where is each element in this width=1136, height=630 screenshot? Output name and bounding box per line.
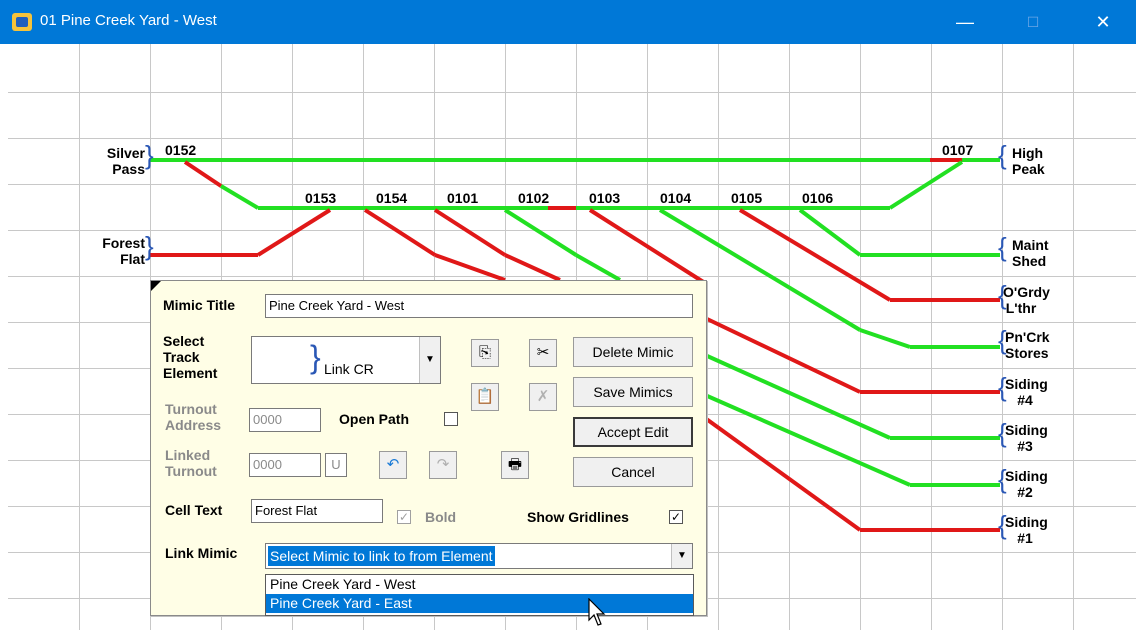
show-gridlines-checkbox[interactable]: ✓	[669, 510, 683, 524]
turnout-0154[interactable]: 0154	[376, 190, 407, 206]
track-0152-green	[219, 184, 260, 210]
label-maint-shed: Maint Shed	[1012, 237, 1049, 269]
turnout-0103[interactable]: 0103	[589, 190, 620, 206]
track-s1-diag	[703, 416, 862, 532]
cancel-button[interactable]: Cancel	[573, 457, 693, 487]
close-button[interactable]: ✕	[1080, 0, 1126, 44]
label-siding-4: Siding #4	[1005, 376, 1048, 408]
turnout-0153[interactable]: 0153	[305, 190, 336, 206]
mimic-title-label: Mimic Title	[163, 297, 236, 313]
bracket-icon: }	[145, 140, 154, 170]
cell-text-input[interactable]: Forest Flat	[251, 499, 383, 523]
bracket-icon: }	[145, 231, 154, 261]
label-ogrdy-lthr: O'Grdy L'thr	[1003, 284, 1050, 316]
label-siding-2: Siding #2	[1005, 468, 1048, 500]
track-0102-diag	[503, 208, 578, 257]
linked-turnout-input[interactable]: 0000	[249, 453, 321, 477]
paste-icon[interactable]: 📋	[471, 383, 499, 411]
undo-icon[interactable]: ↶	[379, 451, 407, 479]
open-path-label: Open Path	[339, 411, 410, 427]
print-icon[interactable]: 🖶	[501, 451, 529, 479]
link-mimic-select[interactable]: Select Mimic to link to from Element ▼	[265, 543, 693, 569]
show-gridlines-label: Show Gridlines	[527, 509, 629, 525]
track-s3-diag	[704, 353, 891, 440]
delete-element-icon[interactable]: ✗	[529, 383, 557, 411]
label-silver-pass: Silver Pass	[106, 145, 145, 177]
save-mimics-button[interactable]: Save Mimics	[573, 377, 693, 407]
track-0101-diag	[433, 208, 507, 257]
link-mimic-dropdown-list[interactable]: Pine Creek Yard - West Pine Creek Yard -…	[265, 574, 694, 616]
turnout-address-input[interactable]: 0000	[249, 408, 321, 432]
bracket-icon: }	[310, 339, 321, 375]
dropdown-arrow-icon[interactable]: ▼	[671, 544, 692, 568]
turnout-0104[interactable]: 0104	[660, 190, 691, 206]
track-0152-red	[183, 160, 223, 188]
mouse-cursor-icon	[588, 598, 606, 626]
turnout-address-label: Turnout Address	[165, 401, 222, 433]
select-track-element-label: Select Track Element	[163, 333, 218, 381]
app-icon	[12, 13, 32, 31]
turnout-0152[interactable]: 0152	[165, 142, 196, 158]
linked-turnout-label: Linked Turnout	[165, 447, 217, 479]
link-mimic-label: Link Mimic	[165, 545, 238, 561]
minimize-button[interactable]: —	[942, 0, 988, 44]
redo-icon[interactable]: ↷	[429, 451, 457, 479]
label-forest-flat: Forest Flat	[102, 235, 145, 267]
label-siding-1: Siding #1	[1005, 514, 1048, 546]
delete-mimic-button[interactable]: Delete Mimic	[573, 337, 693, 367]
turnout-0107[interactable]: 0107	[942, 142, 973, 158]
bracket-icon: {	[998, 140, 1007, 170]
turnout-0106[interactable]: 0106	[802, 190, 833, 206]
bold-checkbox[interactable]: ✓	[397, 510, 411, 524]
track-maint-diag	[798, 208, 862, 257]
accept-edit-button[interactable]: Accept Edit	[573, 417, 693, 447]
dropdown-option-selected[interactable]: Pine Creek Yard - East	[266, 594, 693, 613]
turnout-0102[interactable]: 0102	[518, 190, 549, 206]
dialog-corner-icon	[151, 281, 161, 291]
window-title: 01 Pine Creek Yard - West	[40, 12, 217, 29]
dropdown-arrow-icon[interactable]: ▼	[419, 337, 440, 383]
label-siding-3: Siding #3	[1005, 422, 1048, 454]
label-pncrk-stores: Pn'Crk Stores	[1005, 329, 1050, 361]
bracket-icon: {	[998, 232, 1007, 262]
link-mimic-value: Select Mimic to link to from Element	[268, 546, 495, 566]
track-element-select[interactable]: } Link CR ▼	[251, 336, 441, 384]
turnout-0105[interactable]: 0105	[731, 190, 762, 206]
linked-turnout-suffix[interactable]: U	[325, 453, 347, 477]
track-pncrk-diag2	[859, 328, 911, 349]
cut-icon[interactable]: ✂	[529, 339, 557, 367]
maximize-button[interactable]: ☐	[1010, 0, 1056, 44]
cell-text-label: Cell Text	[165, 502, 223, 518]
track-element-value: Link CR	[324, 361, 374, 377]
track-forest-diag	[256, 208, 332, 257]
window-titlebar[interactable]: 01 Pine Creek Yard - West — ☐ ✕	[0, 0, 1136, 44]
dropdown-option[interactable]: Pine Creek Yard - West	[266, 575, 693, 594]
label-high-peak: High Peak	[1012, 145, 1045, 177]
track-s4-diag	[704, 316, 861, 394]
open-path-checkbox[interactable]	[444, 412, 458, 426]
copy-icon[interactable]: ⎘	[471, 339, 499, 367]
mimic-edit-dialog[interactable]: Mimic Title Pine Creek Yard - West Selec…	[150, 280, 707, 616]
turnout-0101[interactable]: 0101	[447, 190, 478, 206]
bold-label: Bold	[425, 509, 457, 525]
mimic-title-input[interactable]: Pine Creek Yard - West	[265, 294, 693, 318]
track-0154-diag	[363, 208, 437, 257]
